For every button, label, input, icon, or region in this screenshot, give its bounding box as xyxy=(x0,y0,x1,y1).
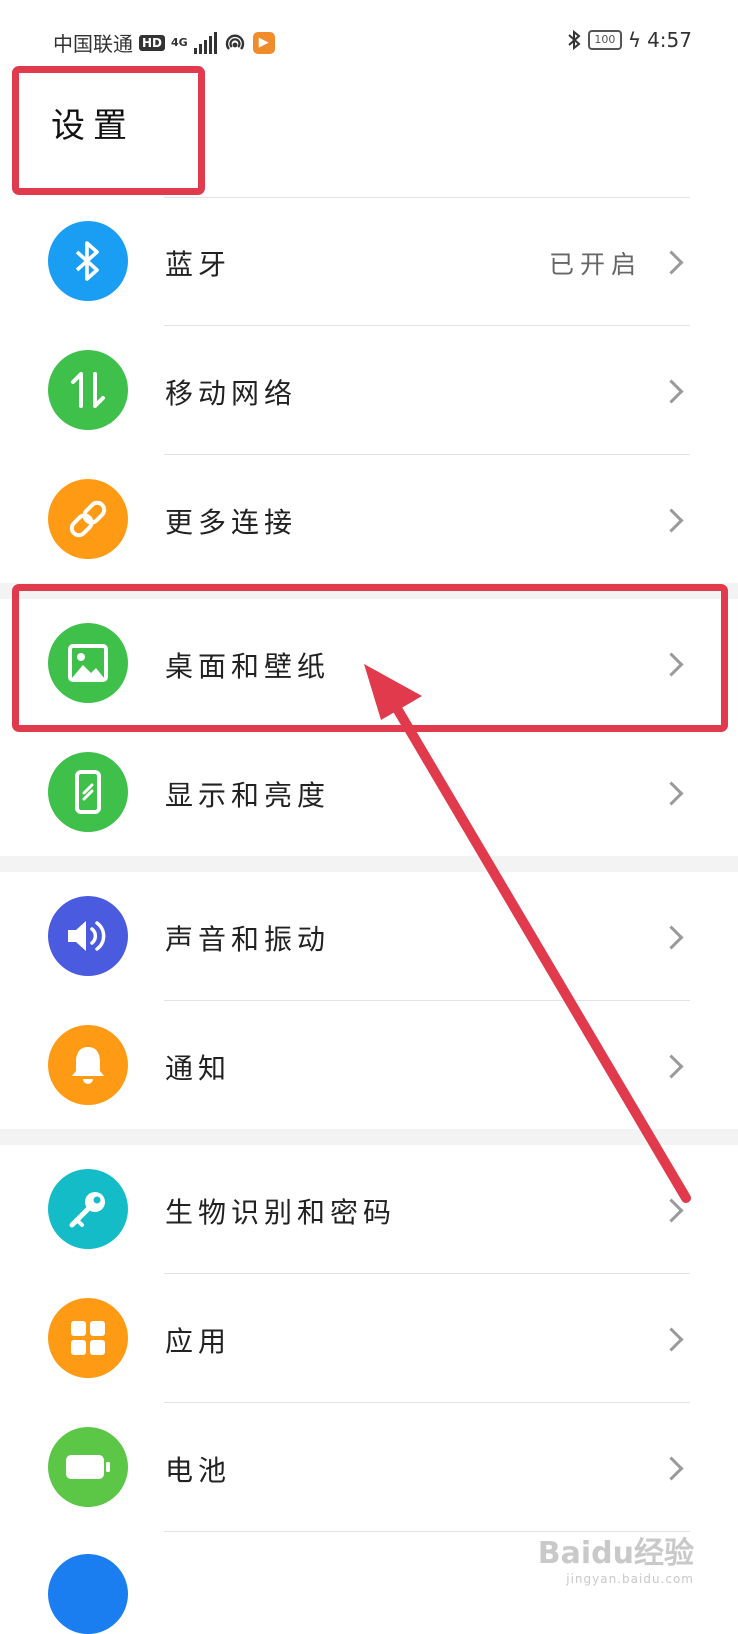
settings-item-label: 通知 xyxy=(165,1052,232,1085)
mobile-data-icon xyxy=(48,350,128,430)
hd-badge: HD xyxy=(139,34,166,51)
chevron-right-icon xyxy=(659,508,684,533)
settings-item-sounds-vibration[interactable]: 声音和振动 xyxy=(0,872,738,1000)
charging-icon: ϟ xyxy=(627,28,642,52)
bluetooth-status-icon xyxy=(568,29,581,51)
settings-item-label: 应用 xyxy=(165,1325,232,1358)
chevron-right-icon xyxy=(659,1456,684,1481)
settings-item-label: 移动网络 xyxy=(165,377,298,410)
signal-icon xyxy=(193,31,217,54)
settings-item-notifications[interactable]: 通知 xyxy=(0,1001,738,1129)
speaker-icon xyxy=(48,896,128,976)
chevron-right-icon xyxy=(659,1054,684,1079)
bluetooth-status-value: 已开启 xyxy=(548,250,642,279)
next-item-icon xyxy=(48,1554,128,1634)
chevron-right-icon xyxy=(659,1198,684,1223)
phone-display-icon xyxy=(48,752,128,832)
link-icon xyxy=(48,479,128,559)
settings-item-biometrics-password[interactable]: 生物识别和密码 xyxy=(0,1145,738,1273)
settings-item-bluetooth[interactable]: 蓝牙 已开启 xyxy=(0,197,738,325)
settings-item-label: 电池 xyxy=(165,1454,232,1487)
battery-icon xyxy=(48,1427,128,1507)
settings-item-label: 蓝牙 xyxy=(165,248,232,281)
settings-item-apps[interactable]: 应用 xyxy=(0,1274,738,1402)
apps-grid-icon xyxy=(48,1298,128,1378)
app-notification-icon: ▶ xyxy=(252,31,275,54)
settings-item-mobile-network[interactable]: 移动网络 xyxy=(0,326,738,454)
battery-status: 100 xyxy=(587,30,622,50)
settings-item-more-connections[interactable]: 更多连接 xyxy=(0,455,738,583)
network-type-label: 4G xyxy=(171,36,188,49)
settings-item-display-brightness[interactable]: 显示和亮度 xyxy=(0,728,738,856)
settings-item-label: 生物识别和密码 xyxy=(165,1196,397,1229)
bell-icon xyxy=(48,1025,128,1105)
chevron-right-icon xyxy=(659,925,684,950)
chevron-right-icon xyxy=(659,1327,684,1352)
watermark: Baidu经验 jingyan.baidu.com xyxy=(538,1528,694,1586)
settings-item-label: 更多连接 xyxy=(165,506,298,539)
watermark-text: Baidu经验 xyxy=(537,1536,694,1571)
highlight-box-title xyxy=(12,66,205,195)
settings-item-label: 显示和亮度 xyxy=(165,779,331,812)
hotspot-icon xyxy=(225,34,244,50)
section-gap xyxy=(0,856,738,872)
chevron-right-icon xyxy=(659,379,684,404)
chevron-right-icon xyxy=(659,250,684,275)
section-gap xyxy=(0,1129,738,1145)
settings-item-label: 声音和振动 xyxy=(165,923,331,956)
chevron-right-icon xyxy=(659,781,684,806)
carrier-label: 中国联通 xyxy=(53,32,133,56)
clock: 4:57 xyxy=(647,28,692,52)
key-icon xyxy=(48,1169,128,1249)
watermark-url: jingyan.baidu.com xyxy=(566,1572,694,1586)
settings-item-battery[interactable]: 电池 xyxy=(0,1403,738,1531)
bluetooth-icon xyxy=(48,221,128,301)
highlight-box-home-wallpaper xyxy=(12,584,728,732)
